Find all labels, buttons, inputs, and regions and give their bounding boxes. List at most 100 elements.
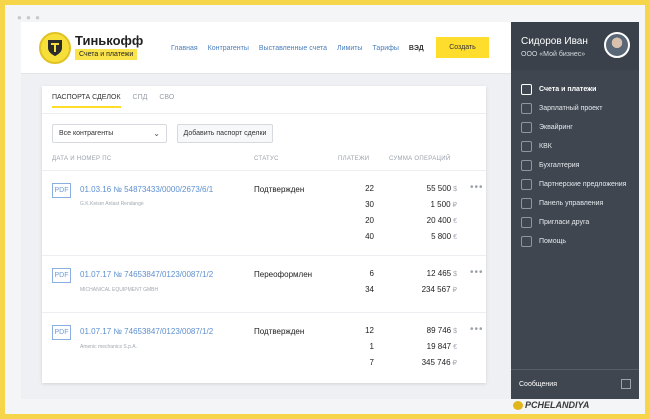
messages-label: Сообщения: [519, 381, 557, 388]
status-text: Переоформлен: [254, 270, 313, 279]
payment-count: 1: [369, 342, 374, 351]
chevron-down-icon: ⌄: [153, 129, 160, 138]
main-nav: Главная Контрагенты Выставленные счета Л…: [171, 22, 424, 74]
top-header: Тинькофф Счета и платежи Главная Контраг…: [21, 22, 511, 74]
sidebar-item-acquiring[interactable]: Эквайринг: [511, 118, 639, 137]
payment-count: 22: [365, 184, 374, 193]
more-options-icon[interactable]: •••: [470, 324, 484, 335]
brand-logo[interactable]: Тинькофф Счета и платежи: [39, 32, 164, 64]
window-dots: ● ● ●: [17, 13, 41, 22]
operation-sum: 20 400 €: [402, 216, 457, 225]
operation-sum: 55 500 $: [402, 184, 457, 193]
payment-count: 34: [365, 285, 374, 294]
counterparty-select[interactable]: Все контрагенты ⌄: [52, 124, 167, 143]
shield-emblem-icon: [39, 32, 71, 64]
sidebar-item-control-panel[interactable]: Панель управления: [511, 194, 639, 213]
column-header-status: СТАТУС: [254, 156, 279, 162]
sidebar-item-help[interactable]: Помощь: [511, 232, 639, 251]
tab-deal-passports[interactable]: ПАСПОРТА СДЕЛОК: [52, 94, 121, 108]
book-icon: [521, 236, 532, 247]
brand-name: Тинькофф: [75, 33, 144, 48]
pdf-icon[interactable]: PDF: [52, 183, 71, 198]
sidebar-item-label: Счета и платежи: [539, 86, 597, 93]
nav-item-invoices[interactable]: Выставленные счета: [259, 45, 327, 52]
table-row[interactable]: PDF 01.07.17 № 74653847/0123/0087/1/2 Am…: [42, 312, 486, 383]
operation-sum: 1 500 ₽: [402, 200, 458, 209]
more-options-icon[interactable]: •••: [470, 182, 484, 193]
currency-sign: ₽: [452, 360, 457, 367]
payment-count: 12: [365, 326, 374, 335]
payroll-icon: [521, 103, 532, 114]
currency-sign: €: [453, 234, 457, 241]
payment-count: 30: [365, 200, 374, 209]
watermark: PCHELANDIYA: [525, 400, 590, 410]
currency-sign: ₽: [452, 202, 457, 209]
nav-item-limits[interactable]: Лимиты: [337, 45, 362, 52]
messages-bar[interactable]: Сообщения: [511, 369, 639, 399]
payment-count: 7: [369, 358, 374, 367]
gear-icon: [521, 198, 532, 209]
sidebar-item-label: Пригласи друга: [539, 219, 590, 226]
more-options-icon[interactable]: •••: [470, 267, 484, 278]
sum-amount: 20 400: [426, 216, 452, 225]
sidebar-item-label: Эквайринг: [539, 124, 573, 131]
nav-item-counterparties[interactable]: Контрагенты: [208, 45, 249, 52]
compose-icon[interactable]: [621, 379, 631, 389]
sidebar-item-label: Зарплатный проект: [539, 105, 603, 112]
currency-sign: $: [453, 186, 457, 193]
user-org: ООО «Мой бизнес»: [521, 51, 586, 58]
operation-sum: 12 465 $: [402, 269, 457, 278]
passport-number-link[interactable]: 01.07.17 № 74653847/0123/0087/1/2: [80, 327, 213, 336]
tab-svo[interactable]: СВО: [159, 94, 174, 108]
sidebar-menu: Счета и платежи Зарплатный проект Эквайр…: [511, 80, 639, 251]
sum-amount: 55 500: [426, 184, 452, 193]
sidebar-item-accounts[interactable]: Счета и платежи: [511, 80, 639, 99]
passport-number-link[interactable]: 01.07.17 № 74653847/0123/0087/1/2: [80, 270, 213, 279]
pdf-icon[interactable]: PDF: [52, 268, 71, 283]
sum-amount: 345 746: [421, 358, 451, 367]
payment-count: 40: [365, 232, 374, 241]
sidebar-item-partners[interactable]: Партнерские предложения: [511, 175, 639, 194]
table-row[interactable]: PDF 01.07.17 № 74653847/0123/0087/1/2 MI…: [42, 255, 486, 312]
sum-amount: 5 800: [431, 232, 452, 241]
nav-item-ved[interactable]: ВЭД: [409, 45, 424, 52]
sidebar-item-kvk[interactable]: КВК: [511, 137, 639, 156]
sidebar-item-invite[interactable]: Пригласи друга: [511, 213, 639, 232]
pdf-icon[interactable]: PDF: [52, 325, 71, 340]
add-deal-passport-button[interactable]: Добавить паспорт сделки: [177, 124, 273, 143]
tab-spd[interactable]: СПД: [133, 94, 148, 108]
sidebar-item-label: КВК: [539, 143, 552, 150]
operation-sum: 19 847 €: [402, 342, 457, 351]
create-button[interactable]: Создать: [436, 37, 489, 58]
tabs-divider: [42, 113, 486, 114]
avatar[interactable]: [604, 32, 630, 58]
star-icon: [521, 179, 532, 190]
nav-item-home[interactable]: Главная: [171, 45, 198, 52]
operation-sum: 5 800 €: [402, 232, 457, 241]
status-text: Подтвержден: [254, 185, 305, 194]
payment-count: 20: [365, 216, 374, 225]
sidebar-item-accounting[interactable]: Бухгалтерия: [511, 156, 639, 175]
table-row[interactable]: PDF 01.03.16 № 54873433/0000/2673/6/1 G.…: [42, 170, 486, 255]
currency-sign: ₽: [452, 287, 457, 294]
page-frame: ● ● ● Тинькофф Счета и платежи Главная К…: [0, 0, 650, 419]
sidebar-item-label: Помощь: [539, 238, 567, 245]
user-profile[interactable]: Сидоров Иван ООО «Мой бизнес»: [511, 22, 639, 70]
sidebar-item-payroll[interactable]: Зарплатный проект: [511, 99, 639, 118]
currency-sign: $: [453, 271, 457, 278]
sidebar-item-label: Панель управления: [539, 200, 604, 207]
column-header-payments: ПЛАТЕЖИ: [338, 156, 370, 162]
currency-sign: €: [453, 344, 457, 351]
sidebar: Сидоров Иван ООО «Мой бизнес» Счета и пл…: [511, 22, 639, 399]
check-icon: [521, 141, 532, 152]
nav-item-tariffs[interactable]: Тарифы: [372, 45, 398, 52]
gift-icon: [521, 217, 532, 228]
bee-logo-icon: [513, 401, 523, 410]
cart-icon: [521, 122, 532, 133]
sum-amount: 89 746: [426, 326, 452, 335]
deal-passports-card: ПАСПОРТА СДЕЛОК СПД СВО Все контрагенты …: [42, 86, 486, 383]
operation-sum: 345 746 ₽: [402, 358, 457, 367]
counterparty-select-value: Все контрагенты: [59, 130, 114, 137]
currency-sign: $: [453, 328, 457, 335]
passport-number-link[interactable]: 01.03.16 № 54873433/0000/2673/6/1: [80, 185, 213, 194]
